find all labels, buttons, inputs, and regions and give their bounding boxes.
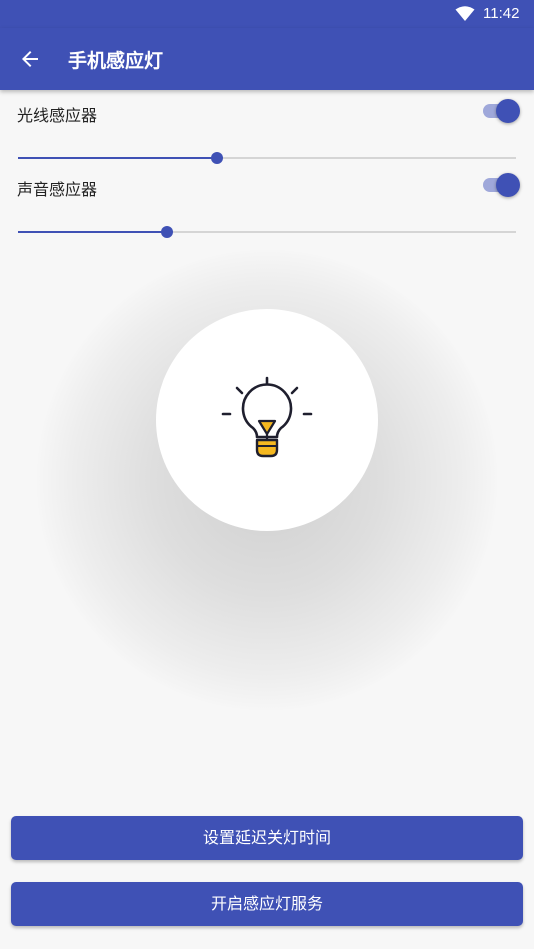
sound-sensor-switch[interactable]	[481, 172, 521, 198]
status-bar: 11:42	[0, 0, 534, 28]
lamp-toggle-button[interactable]	[156, 309, 378, 531]
page-title: 手机感应灯	[68, 50, 164, 72]
set-delay-off-button[interactable]: 设置延迟关灯时间	[11, 816, 523, 860]
light-sensor-label: 光线感应器	[17, 106, 98, 125]
wifi-icon	[455, 6, 475, 21]
arrow-back-icon[interactable]	[18, 47, 42, 71]
switch-thumb	[496, 173, 520, 197]
light-sensitivity-slider[interactable]	[18, 150, 516, 166]
light-sensor-switch[interactable]	[481, 98, 521, 124]
slider-fill	[18, 157, 218, 159]
start-service-button[interactable]: 开启感应灯服务	[11, 882, 523, 926]
status-time: 11:42	[483, 5, 520, 22]
sound-sensor-label: 声音感应器	[17, 180, 98, 199]
lightbulb-icon	[221, 376, 313, 458]
slider-knob[interactable]	[161, 226, 174, 238]
switch-thumb	[496, 99, 520, 123]
slider-fill	[18, 231, 168, 233]
sound-sensitivity-slider[interactable]	[18, 224, 516, 240]
app-bar: 手机感应灯	[0, 28, 534, 90]
slider-knob[interactable]	[211, 152, 224, 164]
